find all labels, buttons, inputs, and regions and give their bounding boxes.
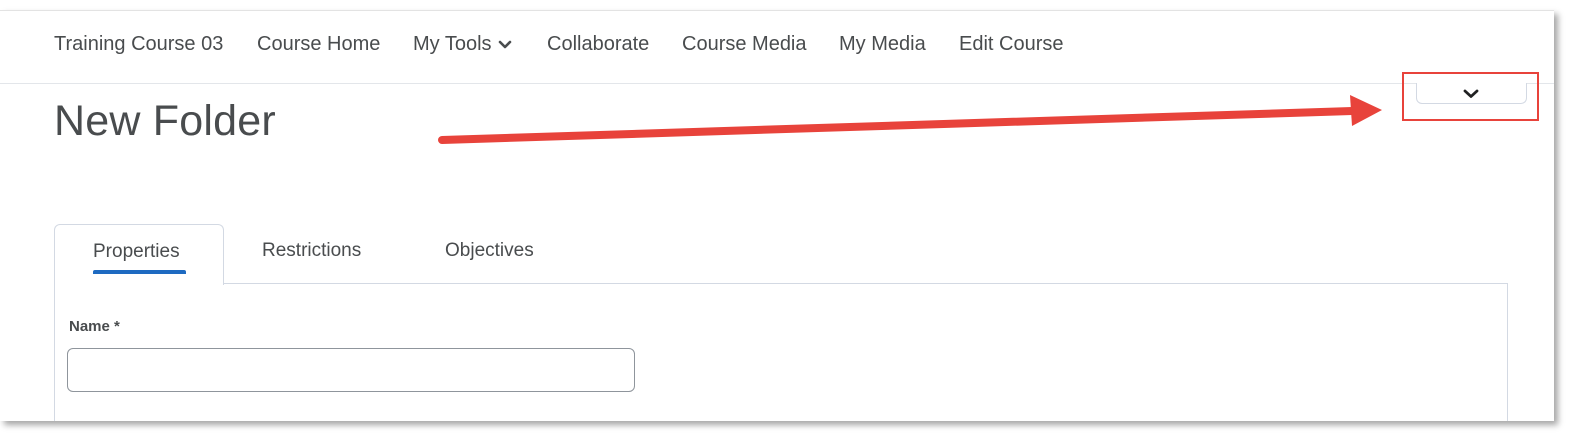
browser-window: Training Course 03 Course Home My Tools … <box>0 10 1554 421</box>
active-tab-indicator <box>93 270 186 274</box>
tab-properties[interactable]: Properties <box>54 224 224 285</box>
annotation-arrow-icon <box>438 95 1382 144</box>
tab-properties-label: Properties <box>93 241 180 262</box>
